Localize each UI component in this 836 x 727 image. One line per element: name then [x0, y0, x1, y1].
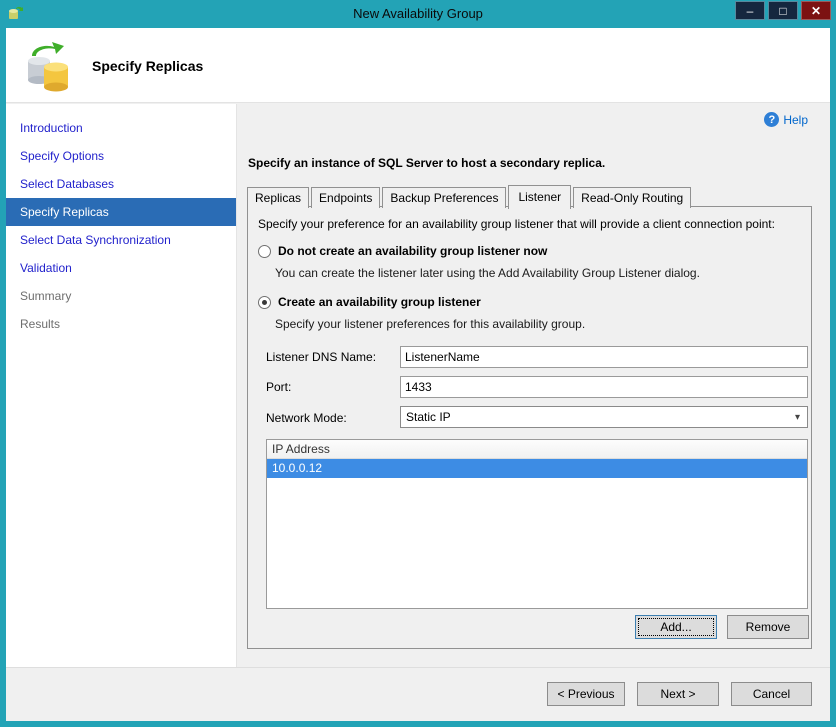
sidebar-item-select-data-synchronization[interactable]: Select Data Synchronization	[6, 226, 236, 254]
radio-create-listener[interactable]: Create an availability group listener	[258, 295, 481, 309]
listener-tab-page: Specify your preference for an availabil…	[247, 206, 812, 649]
ip-address-list: IP Address 10.0.0.12	[266, 439, 808, 609]
dialog-client-area: Specify Replicas Introduction Specify Op…	[6, 28, 830, 721]
cancel-button[interactable]: Cancel	[731, 682, 812, 706]
window-title: New Availability Group	[353, 6, 483, 21]
port-label: Port:	[266, 380, 292, 394]
tab-listener[interactable]: Listener	[508, 185, 572, 209]
sidebar-item-specify-replicas[interactable]: Specify Replicas	[6, 198, 236, 226]
help-link[interactable]: ? Help	[764, 112, 808, 127]
radio-create-listener-label: Create an availability group listener	[278, 295, 481, 309]
listener-intro-text: Specify your preference for an availabil…	[258, 217, 775, 231]
radio-create-listener-icon[interactable]	[258, 295, 271, 309]
dns-name-input[interactable]	[400, 346, 808, 368]
radio-no-listener-icon[interactable]	[258, 244, 271, 258]
sidebar-item-validation[interactable]: Validation	[6, 254, 236, 282]
help-icon: ?	[764, 112, 780, 127]
wizard-footer: < Previous Next > Cancel	[6, 667, 830, 721]
minimize-button[interactable]: –	[735, 1, 765, 20]
wizard-header: Specify Replicas	[6, 28, 830, 103]
radio-no-listener[interactable]: Do not create an availability group list…	[258, 244, 547, 258]
sidebar-item-specify-options[interactable]: Specify Options	[6, 142, 236, 170]
chevron-down-icon: ▾	[794, 411, 801, 423]
tab-backup-preferences[interactable]: Backup Preferences	[382, 187, 507, 208]
sidebar-item-introduction[interactable]: Introduction	[6, 114, 236, 142]
ip-address-row[interactable]: 10.0.0.12	[267, 459, 807, 478]
help-label: Help	[783, 112, 808, 127]
network-mode-label: Network Mode:	[266, 411, 347, 425]
wizard-body: Introduction Specify Options Select Data…	[6, 104, 830, 667]
add-button[interactable]: Add...	[635, 615, 717, 639]
tab-strip: Replicas Endpoints Backup Preferences Li…	[247, 185, 693, 209]
previous-button[interactable]: < Previous	[547, 682, 625, 706]
ip-address-column-header: IP Address	[267, 440, 807, 459]
network-mode-value: Static IP	[406, 410, 451, 424]
remove-button[interactable]: Remove	[727, 615, 809, 639]
availability-group-icon	[28, 42, 68, 92]
tab-replicas[interactable]: Replicas	[247, 187, 310, 208]
dialog-window: New Availability Group – □ ✕ Specify Rep…	[0, 0, 836, 727]
wizard-main-panel: ? Help Specify an instance of SQL Server…	[238, 104, 830, 667]
radio-no-listener-label: Do not create an availability group list…	[278, 244, 548, 258]
wizard-step-list: Introduction Specify Options Select Data…	[6, 104, 237, 667]
no-listener-description: You can create the listener later using …	[275, 266, 700, 280]
create-listener-description: Specify your listener preferences for th…	[275, 317, 586, 331]
sidebar-item-select-databases[interactable]: Select Databases	[6, 170, 236, 198]
page-title: Specify Replicas	[92, 58, 204, 74]
tab-endpoints[interactable]: Endpoints	[311, 187, 381, 208]
tab-read-only-routing[interactable]: Read-Only Routing	[573, 187, 692, 208]
dns-name-label: Listener DNS Name:	[266, 350, 377, 364]
sidebar-item-results: Results	[20, 317, 61, 331]
instruction-text: Specify an instance of SQL Server to hos…	[248, 156, 606, 170]
port-input[interactable]	[400, 376, 808, 398]
close-button[interactable]: ✕	[801, 1, 831, 20]
next-button[interactable]: Next >	[637, 682, 719, 706]
sidebar-item-summary: Summary	[20, 289, 72, 303]
title-bar[interactable]: New Availability Group – □ ✕	[0, 0, 836, 28]
maximize-button[interactable]: □	[768, 1, 798, 20]
network-mode-select[interactable]: Static IP ▾	[400, 406, 808, 428]
